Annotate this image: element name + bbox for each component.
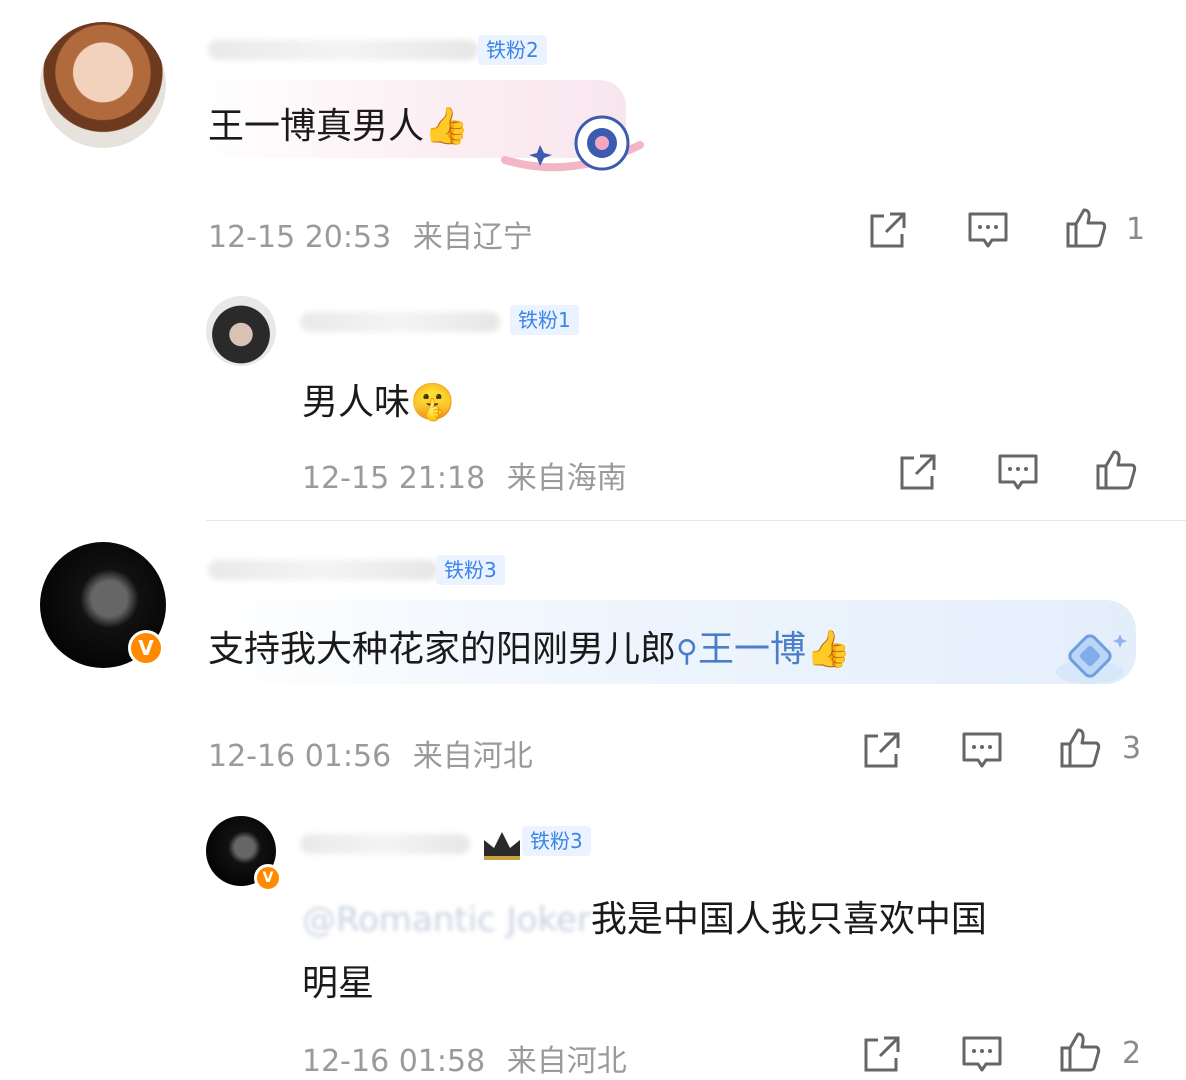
- like-icon[interactable]: [1058, 726, 1102, 770]
- thumbs-up-emoji: 👍: [806, 629, 851, 670]
- avatar[interactable]: [206, 296, 276, 366]
- like-icon[interactable]: [1058, 1030, 1102, 1074]
- reply-text: @Romantic Joker我是中国人我只喜欢中国: [302, 899, 987, 940]
- reply-text: 男人味🤫: [302, 382, 455, 423]
- comment-icon[interactable]: [960, 1032, 1004, 1076]
- comment-icon[interactable]: [966, 208, 1010, 252]
- reply-text-line2: 明星: [302, 963, 375, 1004]
- like-count: 2: [1122, 1036, 1142, 1071]
- username-blurred[interactable]: [208, 40, 478, 60]
- share-icon[interactable]: [860, 1032, 904, 1076]
- fan-level-badge: 铁粉3: [436, 555, 505, 585]
- topic-link[interactable]: ⚲王一博: [676, 629, 806, 670]
- share-icon[interactable]: [896, 450, 940, 494]
- fan-level-badge: 铁粉3: [522, 826, 591, 856]
- username-blurred[interactable]: [300, 312, 500, 332]
- like-count: 3: [1122, 731, 1142, 766]
- avatar[interactable]: [40, 22, 166, 148]
- bubble-decoration-icon: [501, 115, 644, 172]
- comment-divider: [206, 520, 1186, 521]
- comment-time: 12-16 01:56: [208, 739, 392, 774]
- share-icon[interactable]: [866, 208, 910, 252]
- fan-level-badge: 铁粉1: [510, 305, 579, 335]
- like-icon[interactable]: [1094, 448, 1138, 492]
- fan-level-badge: 铁粉2: [478, 35, 547, 65]
- reply-meta: 12-16 01:58 来自河北: [302, 1036, 627, 1080]
- like-count: 1: [1126, 212, 1146, 247]
- comment-time: 12-15 20:53: [208, 220, 392, 255]
- crown-icon: [484, 832, 520, 860]
- shushing-face-emoji: 🤫: [410, 382, 455, 423]
- bubble-decoration-icon: [1056, 634, 1127, 684]
- comment-location: 来自辽宁: [412, 220, 533, 255]
- like-icon[interactable]: [1064, 206, 1108, 250]
- search-icon: ⚲: [676, 634, 698, 669]
- reply-time: 12-15 21:18: [302, 461, 486, 496]
- comment-icon[interactable]: [996, 450, 1040, 494]
- comment-meta: 12-16 01:56 来自河北: [208, 731, 533, 775]
- comment-meta: 12-15 20:53 来自辽宁: [208, 212, 533, 256]
- comment-icon[interactable]: [960, 728, 1004, 772]
- comment-location: 来自河北: [412, 739, 533, 774]
- reply-location: 来自海南: [506, 461, 627, 496]
- username-blurred[interactable]: [300, 834, 470, 854]
- comment-text: 王一博真男人👍: [208, 106, 469, 147]
- comment-text: 支持我大种花家的阳刚男儿郎⚲王一博👍: [208, 629, 851, 670]
- reply-time: 12-16 01:58: [302, 1044, 486, 1079]
- thumbs-up-emoji: 👍: [424, 106, 469, 147]
- reply-meta: 12-15 21:18 来自海南: [302, 453, 627, 497]
- verified-badge: V: [254, 864, 282, 892]
- mention-blurred[interactable]: @Romantic Joker: [302, 900, 591, 940]
- username-blurred[interactable]: [208, 560, 438, 580]
- verified-badge: V: [128, 630, 164, 666]
- share-icon[interactable]: [860, 728, 904, 772]
- reply-location: 来自河北: [506, 1044, 627, 1079]
